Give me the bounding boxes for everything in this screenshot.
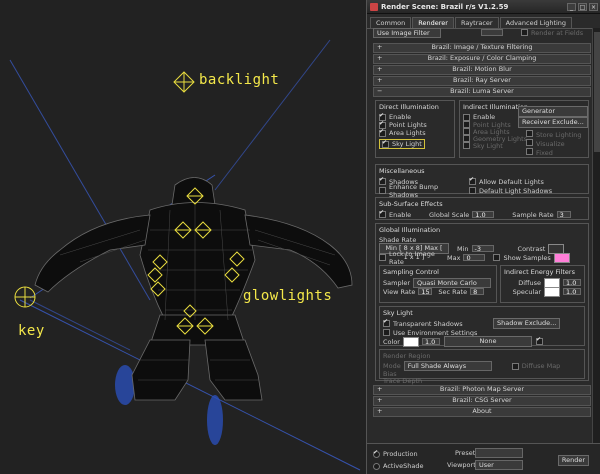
render-region-group: Render Region Mode Full Shade Always Dif… bbox=[379, 349, 585, 385]
enhance-bump-shadows-checkbox[interactable] bbox=[379, 187, 386, 194]
render-fields-label: Render at Fields bbox=[531, 28, 584, 37]
view-rate-spinner[interactable]: 15 bbox=[418, 288, 433, 296]
transparent-shadows-checkbox[interactable] bbox=[383, 318, 390, 327]
app-icon bbox=[370, 2, 378, 11]
misc-group: Miscellaneous Shadows Allow Default Ligh… bbox=[375, 164, 589, 199]
rollout-image-texture-filtering[interactable]: + Brazil: Image / Texture Filtering bbox=[373, 43, 591, 53]
filter-size-spinner[interactable] bbox=[481, 29, 503, 36]
allow-default-lights-checkbox[interactable] bbox=[469, 176, 476, 185]
sss-group: Sub-Surface Effects Enable Global Scale … bbox=[375, 197, 589, 220]
rollout-luma-server[interactable]: − Brazil: Luma Server bbox=[373, 87, 591, 97]
show-samples-checkbox[interactable] bbox=[493, 254, 501, 261]
specular-swatch[interactable] bbox=[544, 286, 560, 297]
indirect-illumination-group: Indirect Illumination Enable Point Light… bbox=[459, 100, 589, 158]
render-button[interactable]: Render bbox=[557, 455, 589, 466]
sss-enable-checkbox[interactable] bbox=[379, 209, 386, 218]
minimize-icon[interactable]: _ bbox=[567, 2, 576, 11]
shadow-exclude-button[interactable]: Shadow Exclude... bbox=[493, 318, 561, 329]
rollout-photon-map[interactable]: + Brazil: Photon Map Server bbox=[373, 385, 591, 395]
min-rate-spinner[interactable]: -3 bbox=[471, 245, 494, 253]
rollout-csg-server[interactable]: + Brazil: CSG Server bbox=[373, 396, 591, 406]
render-fields-checkbox[interactable] bbox=[521, 29, 528, 36]
show-samples-swatch[interactable] bbox=[553, 252, 570, 263]
glowlights-label: glowlights bbox=[243, 288, 333, 304]
direct-illumination-group: Direct Illumination Enable Point Lights … bbox=[375, 100, 455, 158]
skylight-color-spinner[interactable]: 1.0 bbox=[421, 338, 440, 346]
production-radio[interactable] bbox=[373, 449, 380, 458]
sec-rate-spinner[interactable]: 8 bbox=[470, 288, 485, 296]
dialog-title: Render Scene: Brazil r/s V1.2.59 bbox=[381, 2, 509, 11]
skylight-map-checkbox[interactable] bbox=[535, 336, 543, 345]
area-lights-checkbox[interactable] bbox=[379, 128, 386, 137]
viewport-3d[interactable]: backlight glowlights key bbox=[0, 0, 366, 474]
sample-rate-spinner[interactable]: 3 bbox=[556, 211, 571, 219]
rollout-ray-server[interactable]: + Brazil: Ray Server bbox=[373, 76, 591, 86]
use-environment-checkbox[interactable] bbox=[383, 329, 390, 336]
render-bottom-bar: Production ActiveShade Preset: Viewport:… bbox=[367, 443, 600, 474]
renderer-content: Use Image Filter Render at Fields + Brazi… bbox=[373, 27, 591, 417]
scroll-thumb[interactable] bbox=[594, 32, 600, 152]
close-icon[interactable]: × bbox=[589, 2, 598, 11]
rollout-exposure[interactable]: + Brazil: Exposure / Color Clamping bbox=[373, 54, 591, 64]
skylight-color-swatch[interactable] bbox=[402, 336, 419, 347]
skylight-map-button[interactable]: None bbox=[443, 336, 532, 347]
diffuse-spinner[interactable]: 1.0 bbox=[563, 279, 581, 287]
rollout-about[interactable]: + About bbox=[373, 407, 591, 417]
tab-common[interactable]: Common bbox=[370, 17, 412, 28]
default-light-shadows-checkbox[interactable] bbox=[469, 187, 476, 194]
energy-filters-group: Indirect Energy Filters Diffuse 1.0 Spec… bbox=[500, 265, 585, 303]
sampling-group: Sampling Control Sampler Quasi Monte Car… bbox=[379, 265, 497, 303]
specular-spinner[interactable]: 1.0 bbox=[563, 288, 581, 296]
max-rate-spinner[interactable]: 0 bbox=[463, 254, 486, 262]
mode-dropdown[interactable]: Full Shade Always bbox=[403, 361, 492, 371]
tab-renderer[interactable]: Renderer bbox=[412, 17, 454, 28]
viewport-scene bbox=[9, 39, 361, 471]
shadows-checkbox[interactable] bbox=[379, 176, 386, 185]
indirect-enable-checkbox[interactable] bbox=[463, 113, 470, 121]
sampler-dropdown[interactable]: Quasi Monte Carlo bbox=[413, 277, 492, 288]
tab-raytracer[interactable]: Raytracer bbox=[454, 17, 499, 28]
lock-image-rate-checkbox[interactable] bbox=[379, 254, 386, 261]
maximize-icon[interactable]: □ bbox=[578, 2, 587, 11]
generator-exclude-button[interactable]: Generator Exclude... bbox=[518, 106, 588, 124]
image-filter-dropdown[interactable]: Use Image Filter bbox=[373, 27, 441, 38]
global-scale-spinner[interactable]: 1.0 bbox=[472, 211, 495, 219]
render-scene-dialog: Render Scene: Brazil r/s V1.2.59 _ □ × C… bbox=[366, 0, 600, 474]
direct-title: Direct Illumination bbox=[379, 103, 439, 111]
rollout-motion-blur[interactable]: + Brazil: Motion Blur bbox=[373, 65, 591, 75]
viewport-dropdown[interactable]: User bbox=[475, 460, 523, 470]
preset-dropdown[interactable] bbox=[475, 448, 523, 458]
key-label: key bbox=[18, 323, 45, 339]
tab-advanced-lighting[interactable]: Advanced Lighting bbox=[499, 17, 573, 28]
receiver-exclude-button[interactable]: Receiver Exclude... bbox=[518, 117, 588, 128]
activeshade-radio[interactable] bbox=[373, 462, 380, 470]
gi-group: Global Illumination Shade Rate Min [ 8 x… bbox=[375, 223, 589, 385]
backlight-label: backlight bbox=[199, 72, 280, 88]
sky-light-checkbox[interactable] bbox=[382, 139, 389, 148]
skylight-group: Sky Light Transparent Shadows Shadow Exc… bbox=[379, 306, 585, 347]
dialog-titlebar[interactable]: Render Scene: Brazil r/s V1.2.59 _ □ × bbox=[367, 0, 600, 14]
panel-scrollbar[interactable] bbox=[592, 28, 600, 444]
